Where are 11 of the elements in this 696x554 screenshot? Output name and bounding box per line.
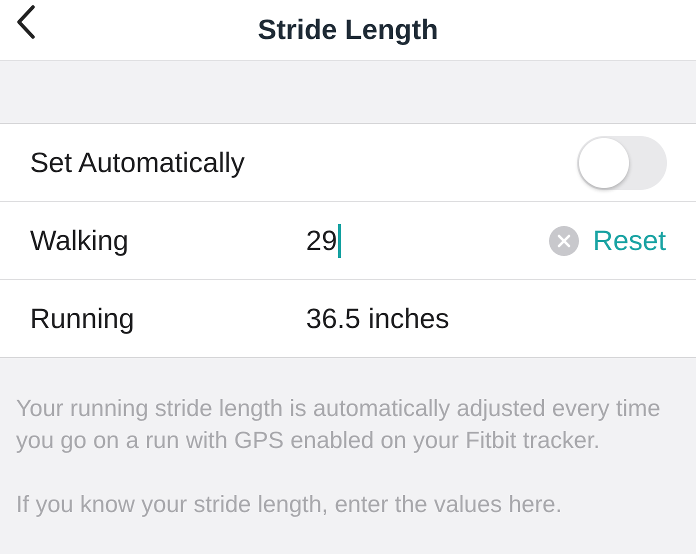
row-value: 36.5 inches [306,302,450,334]
back-icon[interactable] [16,4,36,40]
row-label: Walking [30,224,130,256]
row-label: Set Automatically [30,146,246,178]
page-title: Stride Length [258,14,438,46]
toggle-switch[interactable] [577,136,667,190]
row-label: Running [30,302,136,334]
note-text: Your running stride length is automatically adjusted every time you go on a run with GPS enabled on your Fitbit tracker. [16,394,662,455]
input-field[interactable]: 29 [306,224,549,258]
note-text: If you know your stride length, enter the values here. [16,490,564,519]
clear-icon[interactable] [548,226,579,256]
